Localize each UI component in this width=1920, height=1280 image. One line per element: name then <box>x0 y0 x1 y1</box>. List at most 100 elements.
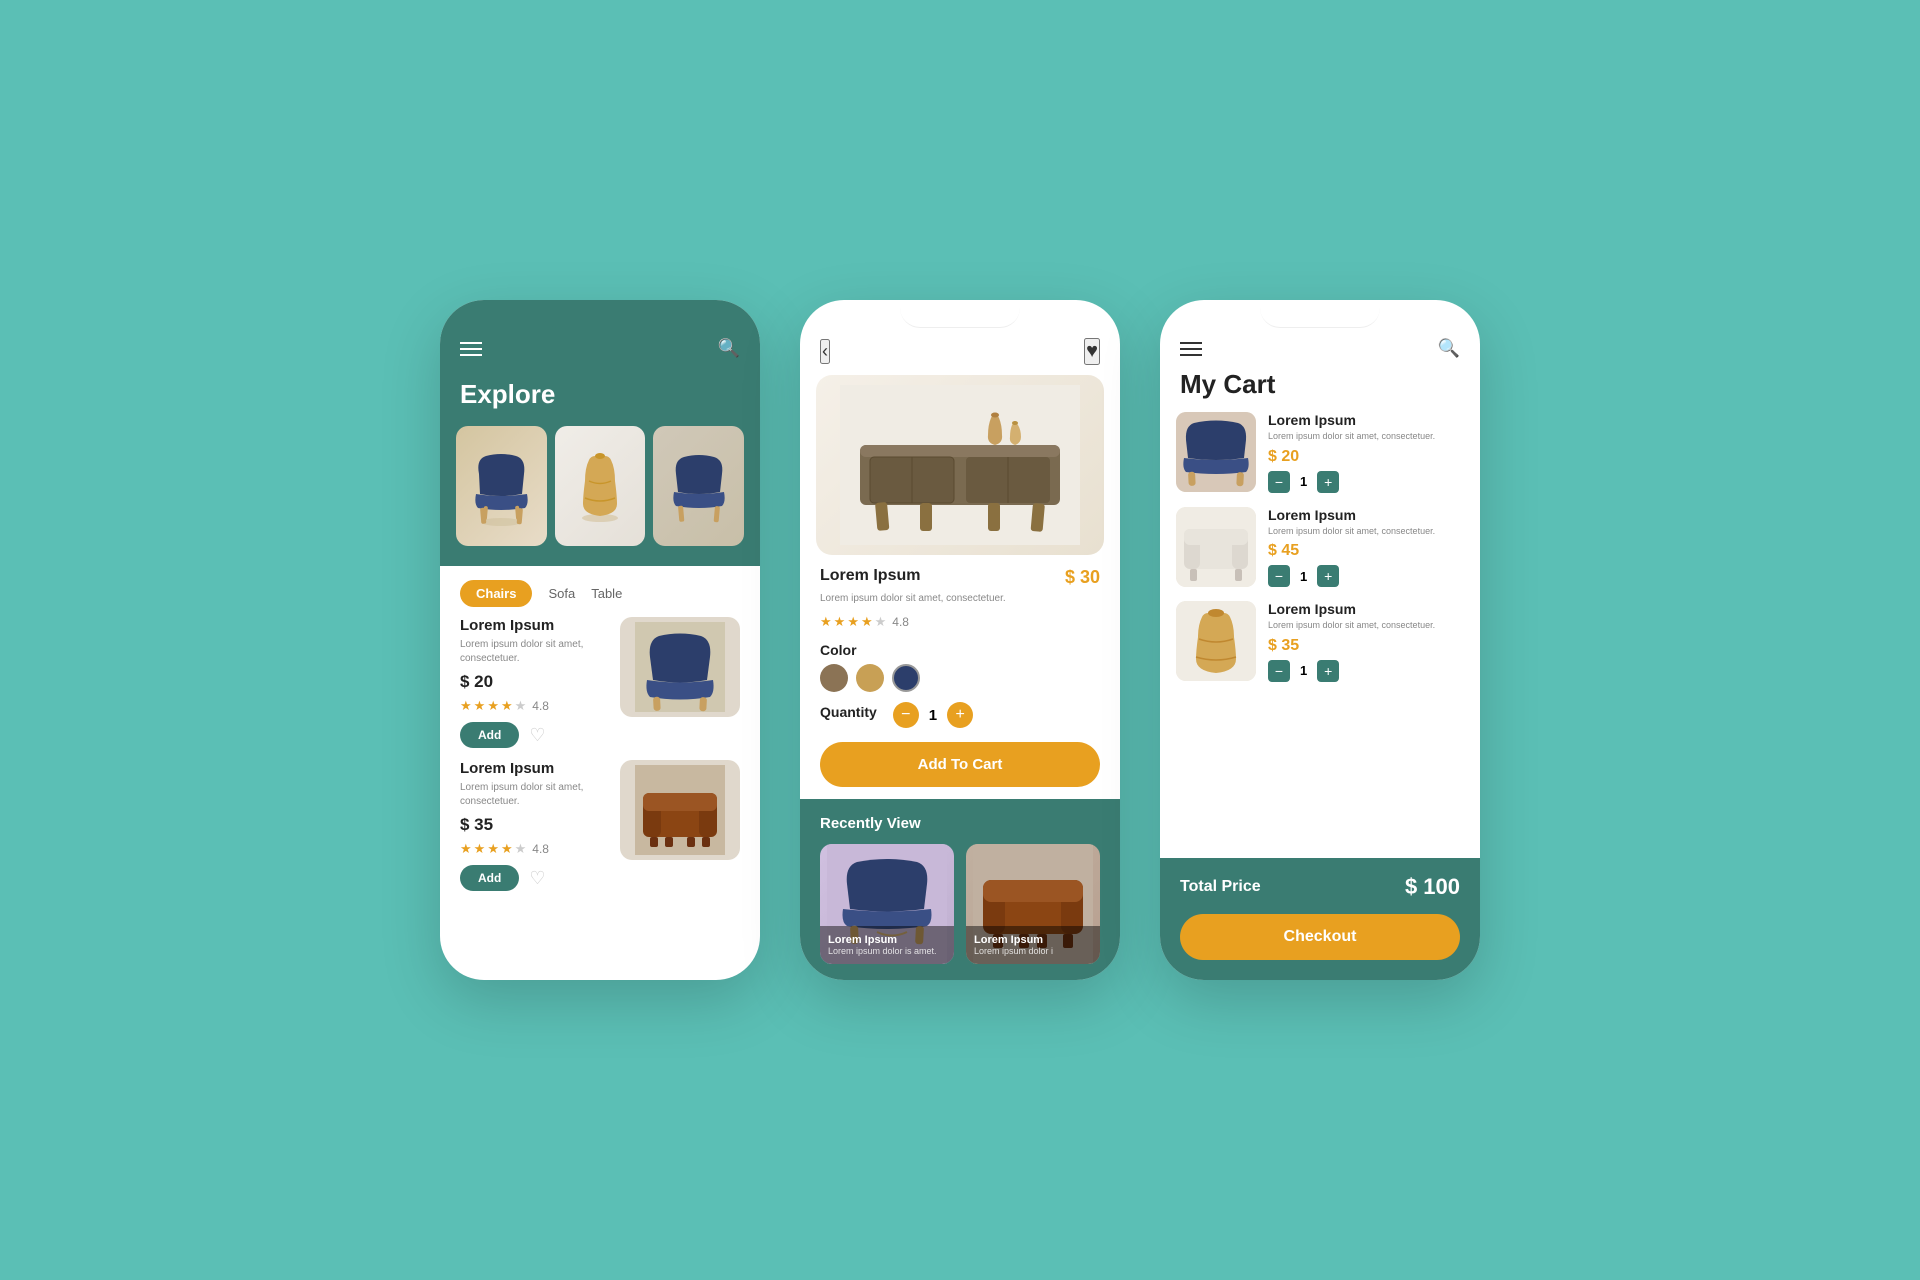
search-icon[interactable]: 🔍 <box>718 338 740 359</box>
quantity-value: 1 <box>929 707 937 724</box>
detail-rating: 4.8 <box>892 615 909 629</box>
hero-image-3 <box>653 426 744 546</box>
qty-increase-button[interactable]: + <box>947 702 973 728</box>
category-sofa[interactable]: Sofa <box>548 586 575 601</box>
back-button[interactable]: ‹ <box>820 339 830 364</box>
cart-item-1-qty-value: 1 <box>1300 474 1307 489</box>
chair-illustration-2 <box>664 446 734 526</box>
cart-item-1-increase[interactable]: + <box>1317 471 1339 493</box>
cart-item-1-decrease[interactable]: − <box>1268 471 1290 493</box>
recently-view-title: Recently View <box>820 815 1100 832</box>
product-item-1: Lorem Ipsum Lorem ipsum dolor sit amet, … <box>440 617 760 748</box>
product-1-desc: Lorem ipsum dolor sit amet, consectetuer… <box>460 638 610 666</box>
product-2-rating: 4.8 <box>532 842 549 856</box>
recently-view-section: Recently View Lorem Ipsum Lorem ipsum do… <box>800 799 1120 980</box>
wishlist-button-2[interactable]: ♡ <box>529 868 545 889</box>
notch-3 <box>1260 300 1380 328</box>
product-2-stars: ★ ★ ★ ★ ★ 4.8 <box>460 841 610 857</box>
product-1-price: $ 20 <box>460 672 610 692</box>
cart-item-3-price: $ 35 <box>1268 637 1464 655</box>
recently-2-name: Lorem Ipsum <box>974 934 1092 946</box>
product-1-info: Lorem Ipsum Lorem ipsum dolor sit amet, … <box>460 617 610 748</box>
cart-item-2-image <box>1176 507 1256 587</box>
hero-image-2 <box>555 426 646 546</box>
add-to-cart-button[interactable]: Add To Cart <box>820 742 1100 787</box>
total-price-value: $ 100 <box>1405 874 1460 900</box>
recently-item-2[interactable]: Lorem Ipsum Lorem ipsum dolor i <box>966 844 1100 964</box>
color-brown[interactable] <box>820 664 848 692</box>
recently-2-desc: Lorem ipsum dolor i <box>974 946 1092 956</box>
cart-item-2-price: $ 45 <box>1268 542 1464 560</box>
vase-illustration <box>575 446 625 526</box>
cart-item-1-price: $ 20 <box>1268 448 1464 466</box>
product-2-info: Lorem Ipsum Lorem ipsum dolor sit amet, … <box>460 760 610 891</box>
add-button-2[interactable]: Add <box>460 865 519 891</box>
categories: Chairs Sofa Table <box>440 566 760 617</box>
product-item-2: Lorem Ipsum Lorem ipsum dolor sit amet, … <box>440 760 760 891</box>
color-gold[interactable] <box>856 664 884 692</box>
product-1-stars: ★ ★ ★ ★ ★ 4.8 <box>460 698 610 714</box>
detail-product-info: Lorem Ipsum $ 30 Lorem ipsum dolor sit a… <box>800 567 1120 728</box>
recently-view-items: Lorem Ipsum Lorem ipsum dolor is amet. <box>820 844 1100 964</box>
cart-item-3-desc: Lorem ipsum dolor sit amet, consectetuer… <box>1268 619 1464 632</box>
cart-item-2-qty-value: 1 <box>1300 569 1307 584</box>
product-2-price: $ 35 <box>460 815 610 835</box>
hero-image-1 <box>456 426 547 546</box>
cart-item-3-qty: − 1 + <box>1268 660 1464 682</box>
color-label: Color <box>820 642 1100 658</box>
phone-detail: ‹ ♥ Lorem Ipsum $ 3 <box>800 300 1120 980</box>
explore-title: Explore <box>440 375 760 426</box>
heart-button[interactable]: ♥ <box>1084 338 1100 365</box>
quantity-label: Quantity <box>820 704 877 720</box>
cart-item-1-name: Lorem Ipsum <box>1268 412 1464 428</box>
cart-item-3-image <box>1176 601 1256 681</box>
cart-item-2-name: Lorem Ipsum <box>1268 507 1464 523</box>
notch-1 <box>540 300 660 328</box>
hero-images <box>440 426 760 566</box>
detail-product-image <box>816 375 1104 555</box>
detail-product-desc: Lorem ipsum dolor sit amet, consectetuer… <box>820 592 1100 606</box>
total-price-label: Total Price <box>1180 878 1261 896</box>
qty-decrease-button[interactable]: − <box>893 702 919 728</box>
cart-item-2-qty: − 1 + <box>1268 565 1464 587</box>
phone-cart: 🔍 My Cart Lorem Ipsum Lorem ipsum dolor … <box>1160 300 1480 980</box>
total-row: Total Price $ 100 <box>1180 874 1460 900</box>
category-table[interactable]: Table <box>591 586 622 601</box>
hamburger-icon[interactable] <box>460 342 482 356</box>
cart-item-1-desc: Lorem ipsum dolor sit amet, consectetuer… <box>1268 430 1464 443</box>
cart-search-icon[interactable]: 🔍 <box>1438 338 1460 359</box>
cart-item-2-increase[interactable]: + <box>1317 565 1339 587</box>
detail-name-price: Lorem Ipsum $ 30 <box>820 567 1100 588</box>
add-button-1[interactable]: Add <box>460 722 519 748</box>
cart-items-list: Lorem Ipsum Lorem ipsum dolor sit amet, … <box>1160 412 1480 858</box>
cart-item-1-image <box>1176 412 1256 492</box>
cart-item-1-details: Lorem Ipsum Lorem ipsum dolor sit amet, … <box>1268 412 1464 493</box>
cart-item-3-decrease[interactable]: − <box>1268 660 1290 682</box>
cart-item-2-details: Lorem Ipsum Lorem ipsum dolor sit amet, … <box>1268 507 1464 588</box>
wishlist-button-1[interactable]: ♡ <box>529 725 545 746</box>
product-2-image <box>620 760 740 860</box>
recently-1-name: Lorem Ipsum <box>828 934 946 946</box>
cart-item-2-decrease[interactable]: − <box>1268 565 1290 587</box>
category-chairs[interactable]: Chairs <box>460 580 532 607</box>
cart-title: My Cart <box>1160 369 1480 412</box>
color-navy[interactable] <box>892 664 920 692</box>
product-1-name: Lorem Ipsum <box>460 617 610 634</box>
cart-item-3-name: Lorem Ipsum <box>1268 601 1464 617</box>
cart-item-1-qty: − 1 + <box>1268 471 1464 493</box>
product-1-image <box>620 617 740 717</box>
checkout-button[interactable]: Checkout <box>1180 914 1460 960</box>
color-options <box>820 664 1100 692</box>
cart-item-3-increase[interactable]: + <box>1317 660 1339 682</box>
cart-item-2: Lorem Ipsum Lorem ipsum dolor sit amet, … <box>1176 507 1464 588</box>
product-2-name: Lorem Ipsum <box>460 760 610 777</box>
product-1-actions: Add ♡ <box>460 722 610 748</box>
cart-item-1: Lorem Ipsum Lorem ipsum dolor sit amet, … <box>1176 412 1464 493</box>
phone-explore: 🔍 Explore <box>440 300 760 980</box>
cart-hamburger-icon[interactable] <box>1180 342 1202 356</box>
recently-item-1[interactable]: Lorem Ipsum Lorem ipsum dolor is amet. <box>820 844 954 964</box>
cart-item-3-details: Lorem Ipsum Lorem ipsum dolor sit amet, … <box>1268 601 1464 682</box>
product-1-rating: 4.8 <box>532 699 549 713</box>
quantity-section: Quantity − 1 + <box>820 702 1100 728</box>
detail-product-price: $ 30 <box>1065 567 1100 588</box>
